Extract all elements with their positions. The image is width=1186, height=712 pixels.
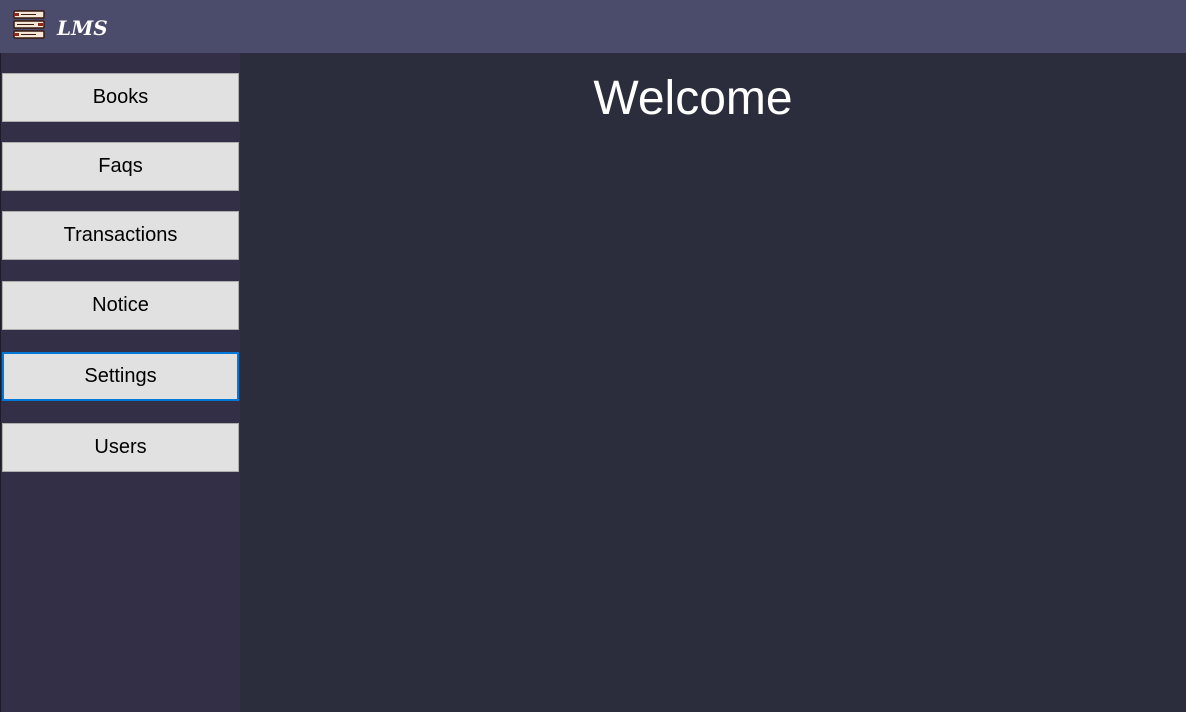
sidebar: Books Faqs Transactions Notice Settings … <box>0 53 240 712</box>
books-button[interactable]: Books <box>2 73 239 122</box>
transactions-button[interactable]: Transactions <box>2 211 239 260</box>
welcome-heading: Welcome <box>593 72 793 125</box>
title-bar: LMS <box>0 0 1186 53</box>
settings-button[interactable]: Settings <box>2 352 239 401</box>
notice-button[interactable]: Notice <box>2 281 239 330</box>
faqs-button[interactable]: Faqs <box>2 142 239 191</box>
users-button[interactable]: Users <box>2 423 239 472</box>
books-stack-icon <box>12 8 46 42</box>
sidebar-edge <box>0 53 1 712</box>
app-title: LMS <box>57 16 108 40</box>
main-content: Welcome <box>240 53 1186 712</box>
